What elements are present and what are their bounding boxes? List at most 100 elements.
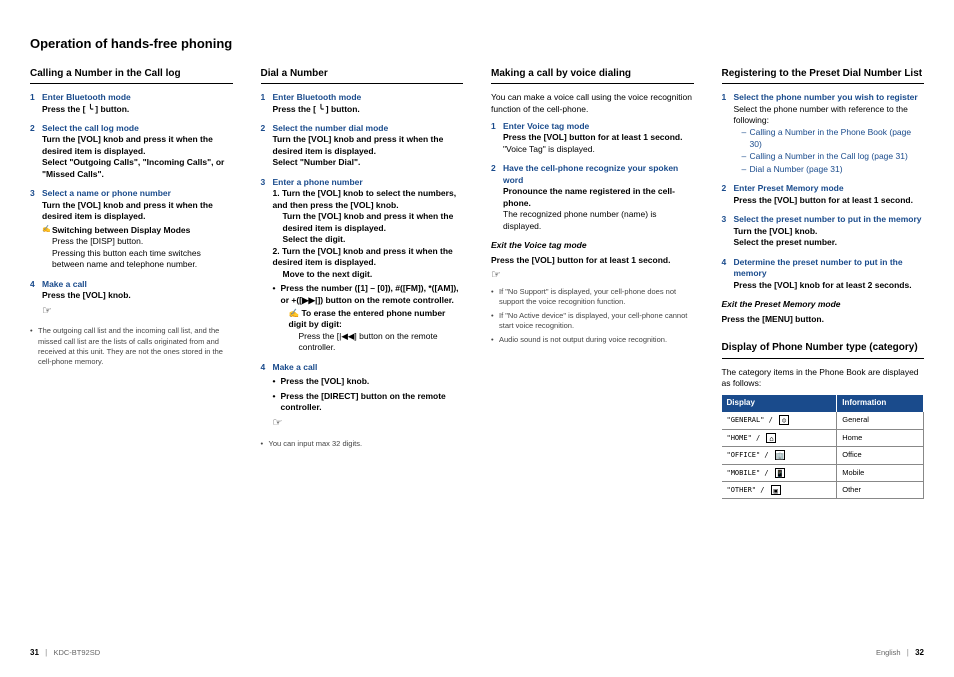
step-title: Make a call — [42, 279, 233, 290]
exit-body: Press the [VOL] button for at least 1 se… — [491, 255, 694, 266]
section-head: Dial a Number — [261, 67, 464, 85]
footnote: You can input max 32 digits. — [261, 439, 464, 449]
other-icon: ▣ — [771, 485, 781, 495]
step-title: Determine the preset number to put in th… — [734, 257, 925, 280]
step-sub: The recognized phone number (name) is di… — [503, 209, 657, 230]
step-2: 2 Have the cell-phone recognize your spo… — [491, 163, 694, 232]
note-body: Press the [DISP] button. — [52, 236, 143, 246]
step-number: 2 — [261, 123, 266, 134]
table-row: "OTHER" / ▣ Other — [722, 482, 924, 499]
step-number: 1 — [261, 92, 266, 103]
step-body: Turn the [VOL] knob. — [734, 226, 818, 236]
separator: | — [907, 648, 909, 657]
separator: | — [45, 648, 47, 657]
step-body: Turn the [VOL] knob and press it when th… — [42, 200, 213, 221]
phone-hold-icon: ☞ — [42, 304, 52, 319]
step-body: Pronounce the name registered in the cel… — [503, 186, 675, 207]
col-voice-dial: Making a call by voice dialing You can m… — [491, 67, 694, 500]
note-body: Press the [|◀◀] button on the remote con… — [289, 331, 464, 354]
step-body: Turn the [VOL] knob and press it when th… — [273, 134, 444, 155]
step-2: 2 Select the call log mode Turn the [VOL… — [30, 123, 233, 180]
step-body: Select the preset number. — [734, 237, 837, 247]
link-call-log[interactable]: Calling a Number in the Call log (page 3… — [742, 151, 925, 162]
note-detail: Pressing this button each time switches … — [52, 248, 201, 269]
footer-right: English | 32 — [876, 648, 924, 659]
step-number: 1 — [30, 92, 35, 103]
step-number: 4 — [261, 362, 266, 373]
person-icon: ☺ — [779, 415, 789, 425]
bullet: Press the [VOL] knob. — [273, 376, 464, 387]
note-title: To erase the entered phone number digit … — [289, 308, 446, 329]
erase-note: ✍ To erase the entered phone number digi… — [273, 308, 464, 354]
section-head: Making a call by voice dialing — [491, 67, 694, 85]
step-title: Enter Preset Memory mode — [734, 183, 925, 194]
step-number: 4 — [30, 279, 35, 290]
cell-display: "OFFICE" / — [727, 451, 769, 459]
step-body: Turn the [VOL] knob and press it when th… — [42, 134, 213, 155]
footnote: Audio sound is not output during voice r… — [491, 335, 694, 345]
cell-display: "OTHER" / — [727, 486, 765, 494]
step-body: Press the [ ╰ ] button. — [42, 104, 129, 114]
step-title: Select the preset number to put in the m… — [734, 214, 925, 225]
step-number: 2 — [722, 183, 727, 194]
step-title: Enter Voice tag mode — [503, 121, 694, 132]
link-dial-number[interactable]: Dial a Number (page 31) — [742, 164, 925, 175]
phone-hold-icon: ☞ — [273, 416, 283, 431]
step-1: 1 Enter Bluetooth mode Press the [ ╰ ] b… — [30, 92, 233, 115]
col-preset-and-category: Registering to the Preset Dial Number Li… — [722, 67, 925, 500]
step-number: 3 — [722, 214, 727, 225]
step-body: Press the [VOL] knob for at least 2 seco… — [734, 280, 912, 290]
step-1: 1 Select the phone number you wish to re… — [722, 92, 925, 175]
step-body: Press the [VOL] button for at least 1 se… — [734, 195, 913, 205]
step-sub: Select the phone number with reference t… — [734, 104, 908, 125]
home-icon: ⌂ — [766, 433, 776, 443]
substep: 1. Turn the [VOL] knob to select the num… — [273, 188, 457, 209]
model-name: KDC-BT92SD — [53, 648, 100, 657]
step-title: Make a call — [273, 362, 464, 373]
step-title: Select the phone number you wish to regi… — [734, 92, 925, 103]
intro-text: You can make a voice call using the voic… — [491, 92, 694, 115]
step-4: 4 Make a call Press the [VOL] knob. Pres… — [261, 362, 464, 431]
step-2: 2 Enter Preset Memory mode Press the [VO… — [722, 183, 925, 206]
step-4: 4 Determine the preset number to put in … — [722, 257, 925, 291]
substep: 2. Turn the [VOL] knob and press it when… — [273, 246, 453, 267]
section-head: Display of Phone Number type (category) — [722, 341, 925, 359]
cell-info: Office — [837, 447, 924, 464]
step-3: 3 Select a name or phone number Turn the… — [30, 188, 233, 270]
step-number: 4 — [722, 257, 727, 268]
footnote: If "No Support" is displayed, your cell-… — [491, 287, 694, 307]
step-4: 4 Make a call Press the [VOL] knob. ☞ — [30, 279, 233, 319]
step-number: 1 — [722, 92, 727, 103]
step-number: 1 — [491, 121, 496, 132]
substep: Select the digit. — [273, 234, 346, 245]
step-number: 2 — [491, 163, 496, 174]
col-call-log: Calling a Number in the Call log 1 Enter… — [30, 67, 233, 500]
link-phonebook[interactable]: Calling a Number in the Phone Book (page… — [742, 127, 925, 150]
step-sub: "Voice Tag" is displayed. — [503, 144, 595, 154]
th-display: Display — [722, 395, 837, 412]
substep: Move to the next digit. — [273, 269, 373, 280]
th-info: Information — [837, 395, 924, 412]
language: English — [876, 648, 901, 657]
step-number: 3 — [261, 177, 266, 188]
step-title: Select the call log mode — [42, 123, 233, 134]
phone-hold-icon: ☞ — [491, 268, 501, 283]
step-3: 3 Enter a phone number 1. Turn the [VOL]… — [261, 177, 464, 354]
step-title: Select the number dial mode — [273, 123, 464, 134]
step-body: Press the [VOL] button for at least 1 se… — [503, 132, 682, 142]
intro-text: The category items in the Phone Book are… — [722, 367, 925, 390]
cell-info: Other — [837, 482, 924, 499]
footnote: If "No Active device" is displayed, your… — [491, 311, 694, 331]
reference-links: Calling a Number in the Phone Book (page… — [734, 127, 925, 175]
mobile-icon: 📱 — [775, 468, 785, 478]
cell-info: Home — [837, 429, 924, 446]
cell-display: "MOBILE" / — [727, 469, 769, 477]
substep: Turn the [VOL] knob and press it when th… — [273, 211, 464, 234]
step-title: Select a name or phone number — [42, 188, 233, 199]
footer-left: 31 | KDC-BT92SD — [30, 648, 100, 659]
office-icon: 🏢 — [775, 450, 785, 460]
step-3: 3 Select the preset number to put in the… — [722, 214, 925, 248]
page-number-left: 31 — [30, 648, 39, 657]
step-title: Enter a phone number — [273, 177, 464, 188]
step-title: Have the cell-phone recognize your spoke… — [503, 163, 694, 186]
